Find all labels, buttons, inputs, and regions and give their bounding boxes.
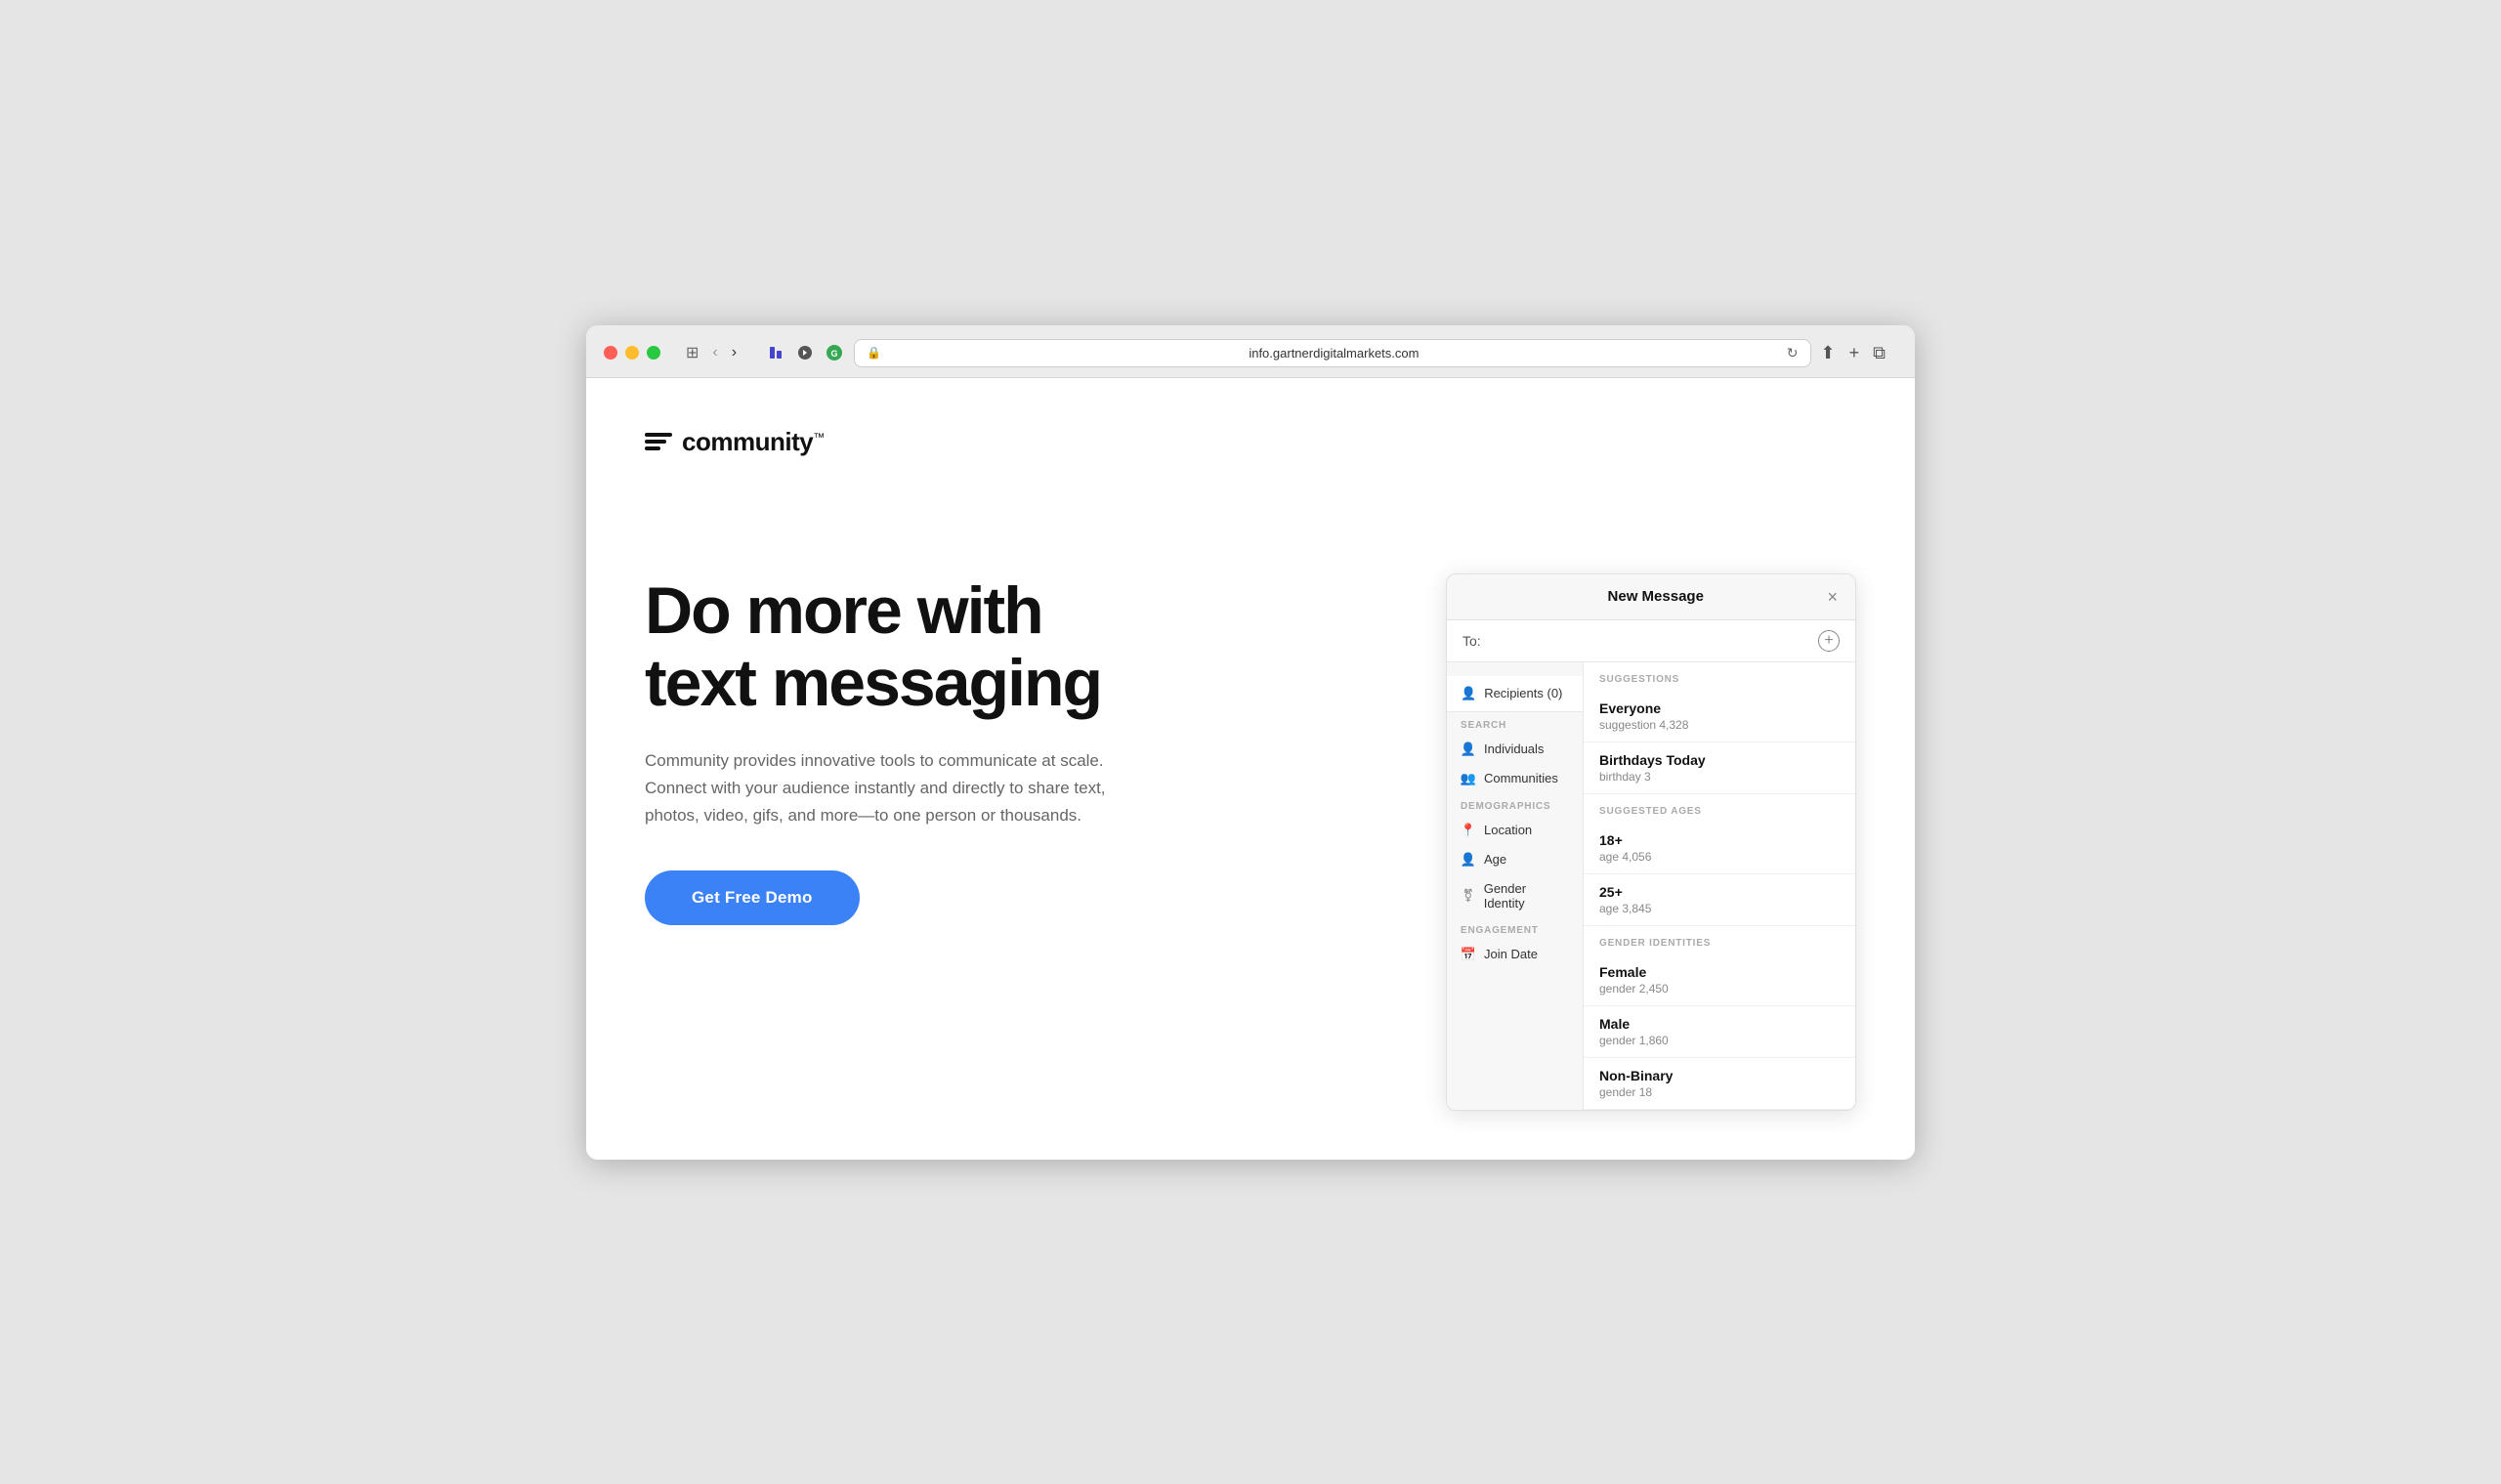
minimize-button[interactable] (625, 346, 639, 360)
browser-titlebar: ⊞ ‹ › (586, 325, 1915, 378)
extension-icon-3[interactable]: G (825, 343, 844, 362)
sidebar-item-age[interactable]: 👤 Age (1447, 845, 1583, 874)
recipients-label: Recipients (0) (1484, 686, 1562, 700)
suggestion-18plus-name: 18+ (1599, 832, 1840, 848)
logo: community™ (645, 427, 1856, 457)
address-bar[interactable]: 🔒 info.gartnerdigitalmarkets.com ↻ (854, 339, 1810, 367)
engagement-section-label: ENGAGEMENT (1447, 917, 1583, 940)
panel-to-field: To: + (1447, 620, 1855, 662)
suggestion-nonbinary-name: Non-Binary (1599, 1068, 1840, 1083)
suggestion-birthdays[interactable]: Birthdays Today birthday 3 (1584, 742, 1855, 794)
join-date-label: Join Date (1484, 947, 1538, 961)
logo-stripe-1 (645, 433, 672, 437)
panel-to-input[interactable] (1489, 633, 1810, 649)
lock-icon: 🔒 (867, 346, 881, 360)
suggestion-25plus-sub: age 3,845 (1599, 902, 1840, 915)
suggestion-everyone-sub: suggestion 4,328 (1599, 718, 1840, 732)
recipients-tab[interactable]: 👤 Recipients (0) (1447, 676, 1583, 712)
sidebar-item-location[interactable]: 📍 Location (1447, 816, 1583, 845)
logo-stripe-2 (645, 440, 666, 444)
browser-controls: ⊞ ‹ › (682, 341, 741, 364)
page-content: community™ Do more with text messaging C… (586, 378, 1915, 1160)
panel-body: 👤 Recipients (0) SEARCH 👤 Individuals 👥 … (1447, 662, 1855, 1110)
hero-headline-line2: text messaging (645, 646, 1101, 720)
demographics-section-label: DEMOGRAPHICS (1447, 793, 1583, 816)
extension-icons: G (766, 343, 844, 362)
sidebar-toggle-icon[interactable]: ⊞ (682, 341, 702, 364)
suggestion-male[interactable]: Male gender 1,860 (1584, 1006, 1855, 1058)
panel-to-add-button[interactable]: + (1818, 630, 1840, 652)
suggestion-everyone[interactable]: Everyone suggestion 4,328 (1584, 691, 1855, 742)
forward-button[interactable]: › (728, 342, 741, 363)
suggestion-male-name: Male (1599, 1016, 1840, 1032)
suggestions-section: SUGGESTIONS Everyone suggestion 4,328 Bi… (1584, 662, 1855, 1110)
suggestion-18plus-sub: age 4,056 (1599, 850, 1840, 864)
panel-sidebar: 👤 Recipients (0) SEARCH 👤 Individuals 👥 … (1447, 662, 1584, 1110)
individuals-label: Individuals (1484, 742, 1544, 756)
suggestion-nonbinary[interactable]: Non-Binary gender 18 (1584, 1058, 1855, 1110)
suggestions-section-label: SUGGESTIONS (1584, 662, 1855, 691)
hero-section: Do more with text messaging Community pr… (645, 555, 1329, 926)
panel-close-button[interactable]: × (1827, 588, 1838, 606)
gender-icon: ⚧ (1461, 888, 1476, 904)
back-button[interactable]: ‹ (708, 342, 721, 363)
url-text: info.gartnerdigitalmarkets.com (889, 346, 1779, 360)
logo-text: community™ (682, 427, 825, 457)
browser-toolbar: G 🔒 info.gartnerdigitalmarkets.com ↻ ⬆ +… (766, 339, 1886, 367)
sidebar-item-individuals[interactable]: 👤 Individuals (1447, 735, 1583, 764)
suggestion-female[interactable]: Female gender 2,450 (1584, 954, 1855, 1006)
suggestion-everyone-name: Everyone (1599, 700, 1840, 716)
suggestion-nonbinary-sub: gender 18 (1599, 1085, 1840, 1099)
traffic-lights (604, 346, 660, 360)
hero-subtext: Community provides innovative tools to c… (645, 747, 1114, 829)
communities-icon: 👥 (1461, 771, 1476, 786)
suggestion-birthdays-name: Birthdays Today (1599, 752, 1840, 768)
genders-section-label: GENDER IDENTITIES (1584, 926, 1855, 954)
tabs-button[interactable]: ⧉ (1873, 343, 1886, 363)
suggestion-male-sub: gender 1,860 (1599, 1034, 1840, 1047)
panel-to-label: To: (1462, 633, 1481, 649)
suggestion-female-sub: gender 2,450 (1599, 982, 1840, 996)
join-date-icon: 📅 (1461, 947, 1476, 962)
message-panel: New Message × To: + 👤 Recipients (0) (1446, 573, 1856, 1111)
cta-button[interactable]: Get Free Demo (645, 870, 860, 925)
panel-main: SUGGESTIONS Everyone suggestion 4,328 Bi… (1584, 662, 1855, 1110)
ages-section-label: SUGGESTED AGES (1584, 794, 1855, 823)
hero-headline-line1: Do more with (645, 573, 1042, 648)
browser-actions: ⬆ + ⧉ (1821, 343, 1886, 363)
logo-tm: ™ (813, 430, 825, 444)
hero-headline: Do more with text messaging (645, 574, 1329, 721)
new-tab-button[interactable]: + (1849, 343, 1860, 363)
suggestion-female-name: Female (1599, 964, 1840, 980)
gender-label: Gender Identity (1484, 881, 1569, 911)
logo-stripe-3 (645, 446, 660, 450)
location-icon: 📍 (1461, 823, 1476, 838)
individuals-icon: 👤 (1461, 742, 1476, 757)
extension-icon-2[interactable] (795, 343, 815, 362)
age-icon: 👤 (1461, 852, 1476, 868)
communities-label: Communities (1484, 771, 1558, 785)
logo-icon (645, 433, 672, 450)
suggestion-birthdays-sub: birthday 3 (1599, 770, 1840, 784)
sidebar-item-gender[interactable]: ⚧ Gender Identity (1447, 874, 1583, 917)
logo-name: community (682, 427, 813, 456)
recipients-icon: 👤 (1461, 686, 1476, 701)
suggestion-25plus[interactable]: 25+ age 3,845 (1584, 874, 1855, 926)
fullscreen-button[interactable] (647, 346, 660, 360)
share-button[interactable]: ⬆ (1821, 343, 1836, 363)
age-label: Age (1484, 852, 1506, 867)
panel-title: New Message (1484, 588, 1827, 605)
svg-text:G: G (831, 349, 838, 359)
panel-header: New Message × (1447, 574, 1855, 620)
sidebar-item-communities[interactable]: 👥 Communities (1447, 764, 1583, 793)
suggestion-25plus-name: 25+ (1599, 884, 1840, 900)
sidebar-item-join-date[interactable]: 📅 Join Date (1447, 940, 1583, 969)
location-label: Location (1484, 823, 1532, 837)
close-button[interactable] (604, 346, 617, 360)
search-section-label: SEARCH (1447, 712, 1583, 735)
reload-button[interactable]: ↻ (1787, 345, 1799, 361)
browser-window: ⊞ ‹ › (586, 325, 1915, 1160)
suggestion-18plus[interactable]: 18+ age 4,056 (1584, 823, 1855, 874)
extension-icon-1[interactable] (766, 343, 785, 362)
